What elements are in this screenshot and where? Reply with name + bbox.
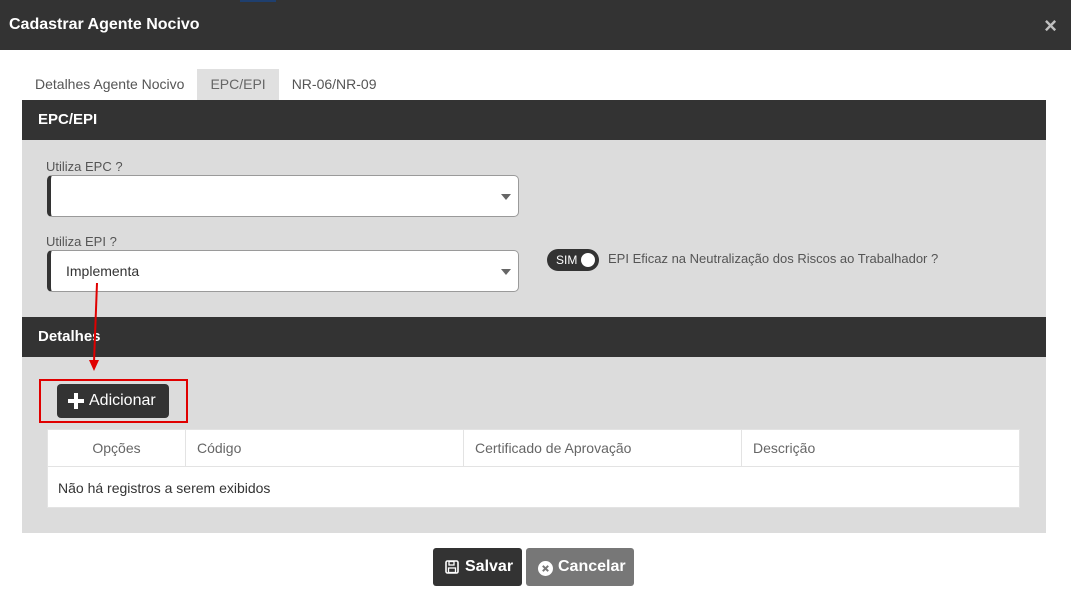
chevron-down-icon	[501, 269, 511, 275]
utiliza-epc-select[interactable]	[47, 175, 519, 217]
column-header-certificado[interactable]: Certificado de Aprovação	[464, 430, 742, 467]
utiliza-epc-label: Utiliza EPC ?	[46, 159, 123, 174]
empty-table-message: Não há registros a serem exibidos	[58, 480, 271, 496]
column-header-descricao[interactable]: Descrição	[742, 430, 1019, 467]
detalhes-table: Opções Código Certificado de Aprovação D…	[47, 429, 1020, 508]
dialog-title: Cadastrar Agente Nocivo	[9, 16, 200, 33]
dialog-titlebar: Cadastrar Agente Nocivo ×	[0, 0, 1071, 50]
epi-eficaz-toggle[interactable]: SIM	[547, 249, 599, 271]
column-header-opcoes[interactable]: Opções	[48, 430, 186, 467]
toggle-knob	[581, 253, 595, 267]
save-button-label: Salvar	[465, 558, 514, 575]
table-header: Opções Código Certificado de Aprovação D…	[48, 430, 1019, 467]
save-button[interactable]: Salvar	[433, 548, 522, 586]
add-button[interactable]: Adicionar	[57, 384, 169, 418]
floppy-disk-icon	[445, 560, 459, 574]
titlebar-accent	[240, 0, 276, 2]
epi-eficaz-label: EPI Eficaz na Neutralização dos Riscos a…	[608, 251, 939, 266]
utiliza-epi-value: Implementa	[66, 263, 140, 279]
cancel-button-label: Cancelar	[558, 558, 626, 575]
cancel-button[interactable]: Cancelar	[526, 548, 634, 586]
tab-nr06-nr09[interactable]: NR-06/NR-09	[279, 69, 390, 100]
tab-detalhes-agente-nocivo[interactable]: Detalhes Agente Nocivo	[22, 69, 197, 100]
toggle-state-text: SIM	[556, 253, 578, 267]
utiliza-epi-select[interactable]: Implementa	[47, 250, 519, 292]
add-button-label: Adicionar	[89, 392, 156, 409]
close-icon[interactable]: ×	[1044, 15, 1057, 37]
section-header-detalhes: Detalhes	[22, 317, 1046, 357]
cancel-circle-icon	[538, 561, 553, 576]
tab-bar: Detalhes Agente Nocivo EPC/EPI NR-06/NR-…	[22, 69, 390, 100]
tab-panel: EPC/EPI Utiliza EPC ? Utiliza EPI ? Impl…	[22, 100, 1046, 533]
utiliza-epi-label: Utiliza EPI ?	[46, 234, 117, 249]
chevron-down-icon	[501, 194, 511, 200]
section-header-epc-epi: EPC/EPI	[22, 100, 1046, 140]
plus-icon	[68, 393, 84, 409]
tab-epc-epi[interactable]: EPC/EPI	[197, 69, 279, 100]
column-header-codigo[interactable]: Código	[186, 430, 464, 467]
